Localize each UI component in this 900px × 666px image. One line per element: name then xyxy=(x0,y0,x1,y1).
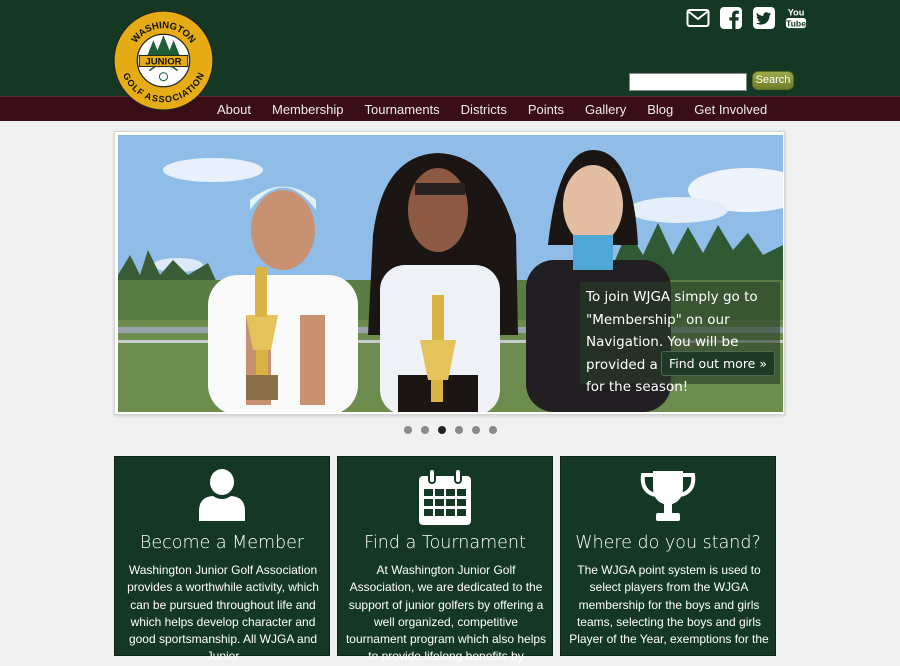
hero-slider: To join WJGA simply go to "Membership" o… xyxy=(114,131,785,415)
nav-item-about[interactable]: About xyxy=(217,102,251,117)
nav-item-membership[interactable]: Membership xyxy=(272,102,344,117)
email-icon[interactable] xyxy=(686,6,710,30)
search-input[interactable] xyxy=(629,73,747,91)
wjga-logo[interactable]: JUNIOR WASHINGTON GOLF ASSOCIATION xyxy=(113,10,214,111)
svg-text:You: You xyxy=(788,8,805,18)
card-text: At Washington Junior Golf Association, w… xyxy=(345,563,547,664)
card-text: Washington Junior Golf Association provi… xyxy=(127,563,319,664)
svg-text:JUNIOR: JUNIOR xyxy=(145,57,181,68)
card-title: Where do you stand? xyxy=(575,533,761,553)
card-become-member[interactable]: Become a Member Washington Junior Golf A… xyxy=(114,456,330,663)
find-out-more-button[interactable]: Find out more » xyxy=(660,351,775,376)
card-where-you-stand[interactable]: Where do you stand? The WJGA point syste… xyxy=(560,456,776,656)
facebook-icon[interactable] xyxy=(719,6,743,30)
slider-dot-1[interactable] xyxy=(404,426,412,434)
user-icon xyxy=(199,469,245,521)
slider-dot-5[interactable] xyxy=(472,426,480,434)
trophy-icon xyxy=(640,471,696,521)
card-title: Become a Member xyxy=(139,533,305,553)
card-text: The WJGA point system is used to select … xyxy=(569,563,769,647)
nav-item-tournaments[interactable]: Tournaments xyxy=(365,102,440,117)
nav-item-districts[interactable]: Districts xyxy=(461,102,507,117)
nav-item-points[interactable]: Points xyxy=(528,102,564,117)
search-button[interactable]: Search xyxy=(752,71,794,90)
twitter-icon[interactable] xyxy=(752,6,776,30)
calendar-icon xyxy=(419,468,471,525)
card-title: Find a Tournament xyxy=(364,533,526,553)
nav-item-blog[interactable]: Blog xyxy=(647,102,673,117)
slide-caption: To join WJGA simply go to "Membership" o… xyxy=(580,282,780,395)
youtube-icon[interactable]: You Tube xyxy=(785,5,807,31)
nav-item-gallery[interactable]: Gallery xyxy=(585,102,626,117)
slider-dot-3[interactable] xyxy=(438,426,446,434)
slider-dot-4[interactable] xyxy=(455,426,463,434)
slider-dot-6[interactable] xyxy=(489,426,497,434)
social-links: You Tube xyxy=(686,5,807,31)
card-find-tournament[interactable]: Find a Tournament At Washington Junior G… xyxy=(337,456,553,663)
slider-dot-2[interactable] xyxy=(421,426,429,434)
slider-pagination xyxy=(404,426,497,434)
slide-caption-text: To join WJGA simply go to "Membership" o… xyxy=(586,289,760,395)
nav-item-get-involved[interactable]: Get Involved xyxy=(694,102,767,117)
svg-text:Tube: Tube xyxy=(786,18,806,28)
